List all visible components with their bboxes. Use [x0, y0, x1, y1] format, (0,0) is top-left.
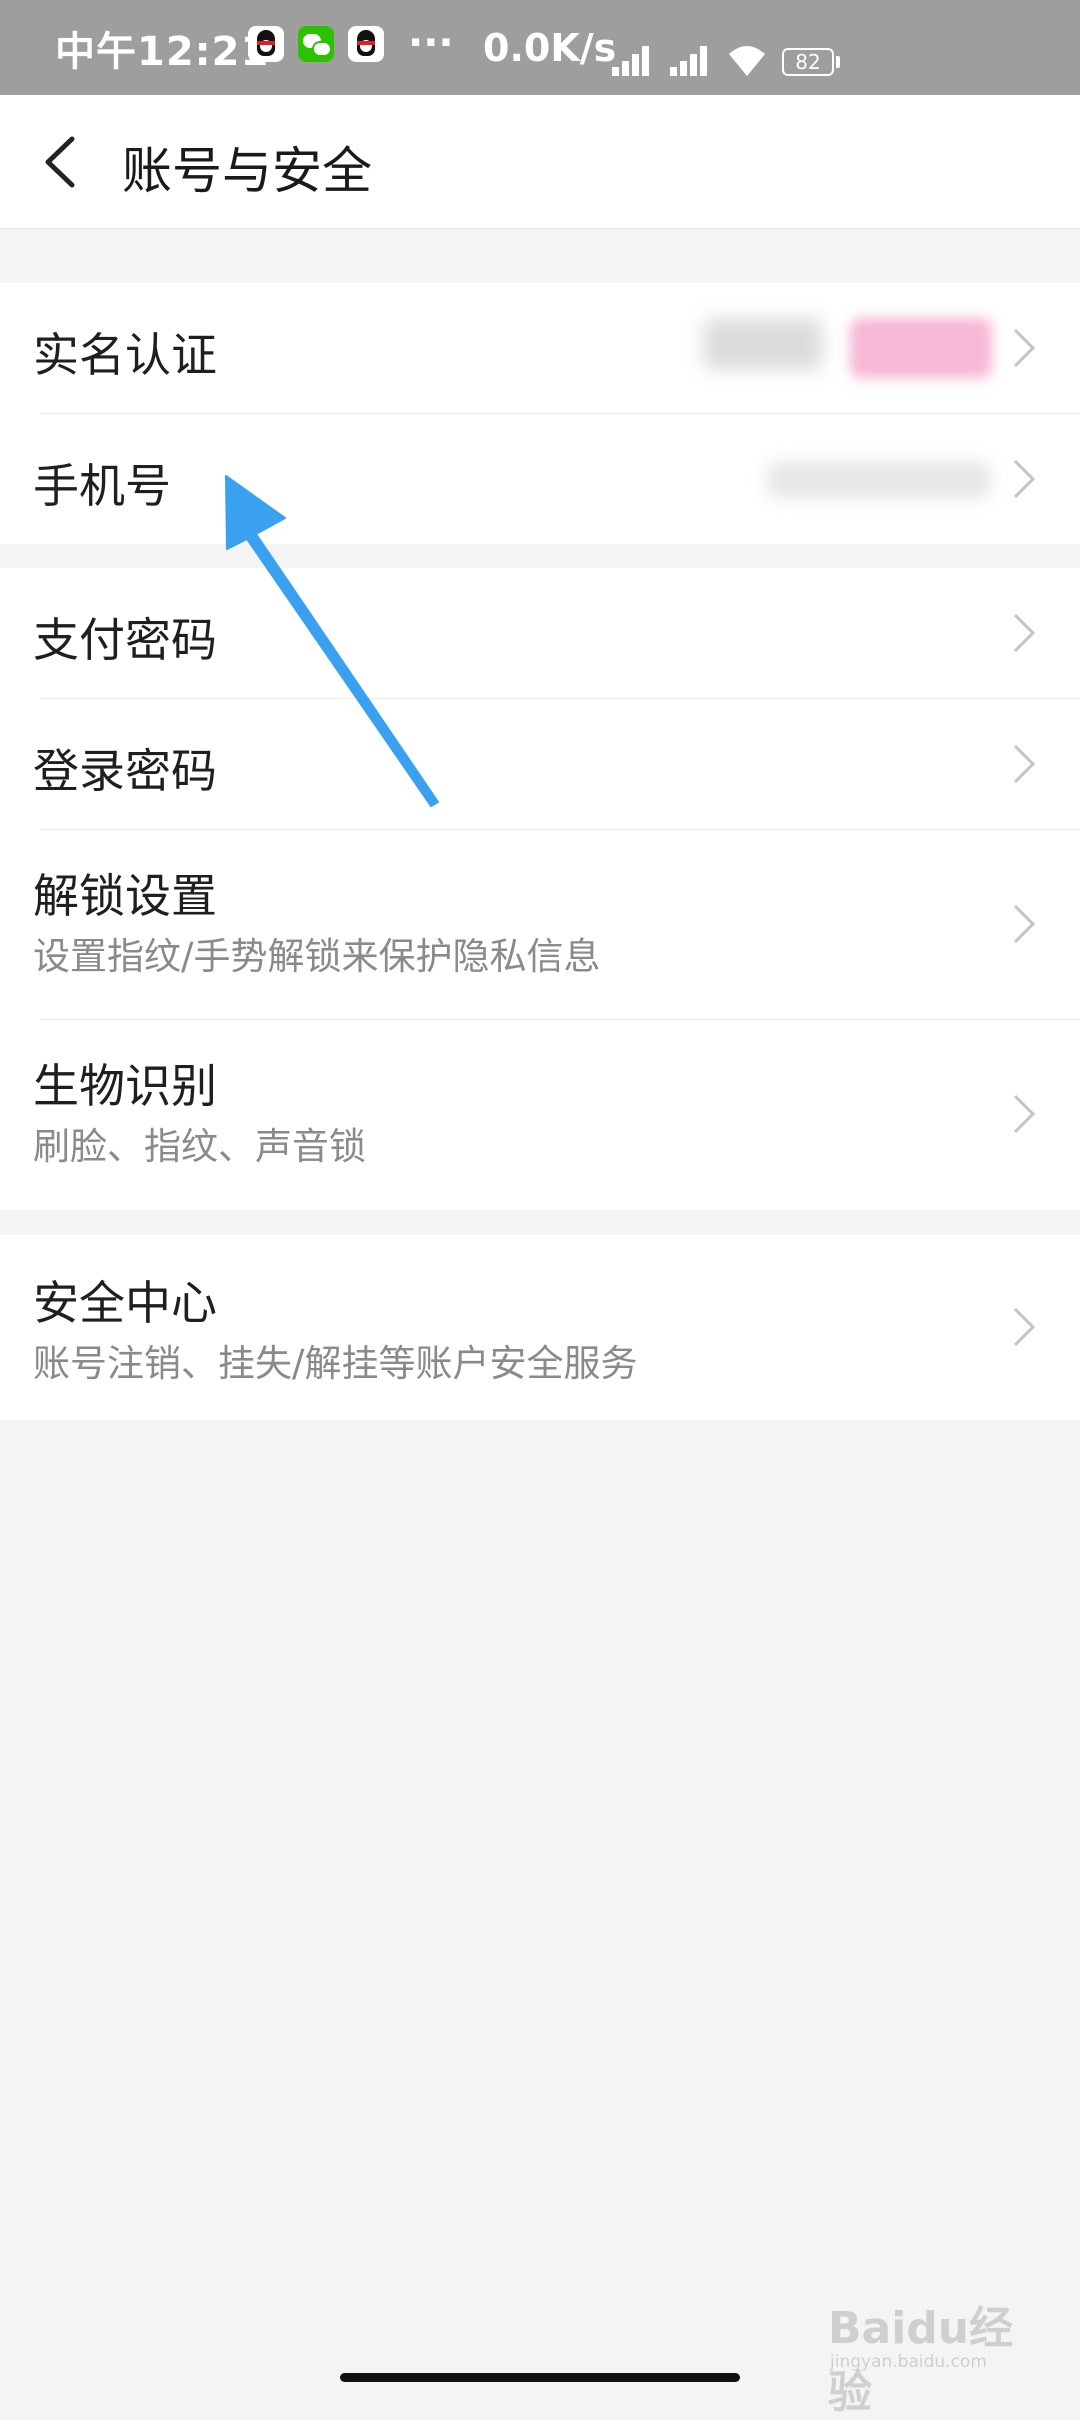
list-item-subtitle: 账号注销、挂失/解挂等账户安全服务	[33, 1342, 638, 1385]
chevron-right-icon	[1013, 459, 1036, 499]
chevron-left-icon[interactable]	[28, 127, 98, 197]
signal-icon	[612, 46, 662, 76]
wifi-icon	[729, 46, 765, 76]
blurred-phone-number	[768, 462, 990, 498]
watermark-url: jingyan.baidu.com	[830, 2352, 987, 2372]
list-item-biometrics[interactable]: 生物识别 刷脸、指纹、声音锁	[0, 1020, 1080, 1210]
list-item-security-center[interactable]: 安全中心 账号注销、挂失/解挂等账户安全服务	[0, 1235, 1080, 1420]
battery-icon: 82	[782, 48, 834, 76]
home-indicator[interactable]	[340, 2373, 740, 2382]
list-item-title: 安全中心	[33, 1276, 217, 1330]
header: 账号与安全	[0, 95, 1080, 229]
list-item-pay-password[interactable]: 支付密码	[0, 568, 1080, 698]
baidu-jingyan-watermark: Baidu经验 jingyan.baidu.com	[820, 2290, 1040, 2418]
status-bar: 中午12:21 ··· 0.0K/s 82	[0, 0, 1080, 95]
list-item-title: 实名认证	[33, 328, 217, 382]
wechat-icon	[298, 26, 334, 62]
chevron-right-icon	[1013, 904, 1036, 944]
list-item-subtitle: 设置指纹/手势解锁来保护隐私信息	[33, 935, 601, 978]
qq-icon	[248, 26, 284, 62]
list-item-unlock-settings[interactable]: 解锁设置 设置指纹/手势解锁来保护隐私信息	[0, 830, 1080, 1019]
settings-group-security: 支付密码 登录密码 解锁设置 设置指纹/手势解锁来保护隐私信息 生物识别 刷脸、…	[0, 568, 1080, 1210]
list-item-title: 支付密码	[33, 613, 217, 667]
list-item-subtitle: 刷脸、指纹、声音锁	[33, 1125, 366, 1168]
chevron-right-icon	[1013, 1307, 1036, 1347]
list-item-title: 生物识别	[33, 1059, 217, 1113]
list-item-title: 登录密码	[33, 744, 217, 798]
chevron-right-icon	[1013, 613, 1036, 653]
settings-group-security-center: 安全中心 账号注销、挂失/解挂等账户安全服务	[0, 1235, 1080, 1420]
list-item-title: 手机号	[33, 459, 171, 513]
chevron-right-icon	[1013, 1094, 1036, 1134]
net-speed: 0.0K/s	[483, 25, 617, 70]
more-notifications-icon: ···	[408, 20, 454, 66]
list-item-login-password[interactable]: 登录密码	[0, 699, 1080, 829]
chevron-right-icon	[1013, 328, 1036, 368]
blurred-verified-badge	[850, 318, 992, 378]
qq-icon	[348, 26, 384, 62]
page-title: 账号与安全	[122, 142, 372, 200]
list-item-title: 解锁设置	[33, 869, 217, 923]
status-time: 中午12:21	[55, 28, 270, 75]
battery-tip	[836, 56, 840, 68]
chevron-right-icon	[1013, 744, 1036, 784]
signal-icon	[670, 46, 720, 76]
blurred-real-name	[703, 318, 823, 370]
